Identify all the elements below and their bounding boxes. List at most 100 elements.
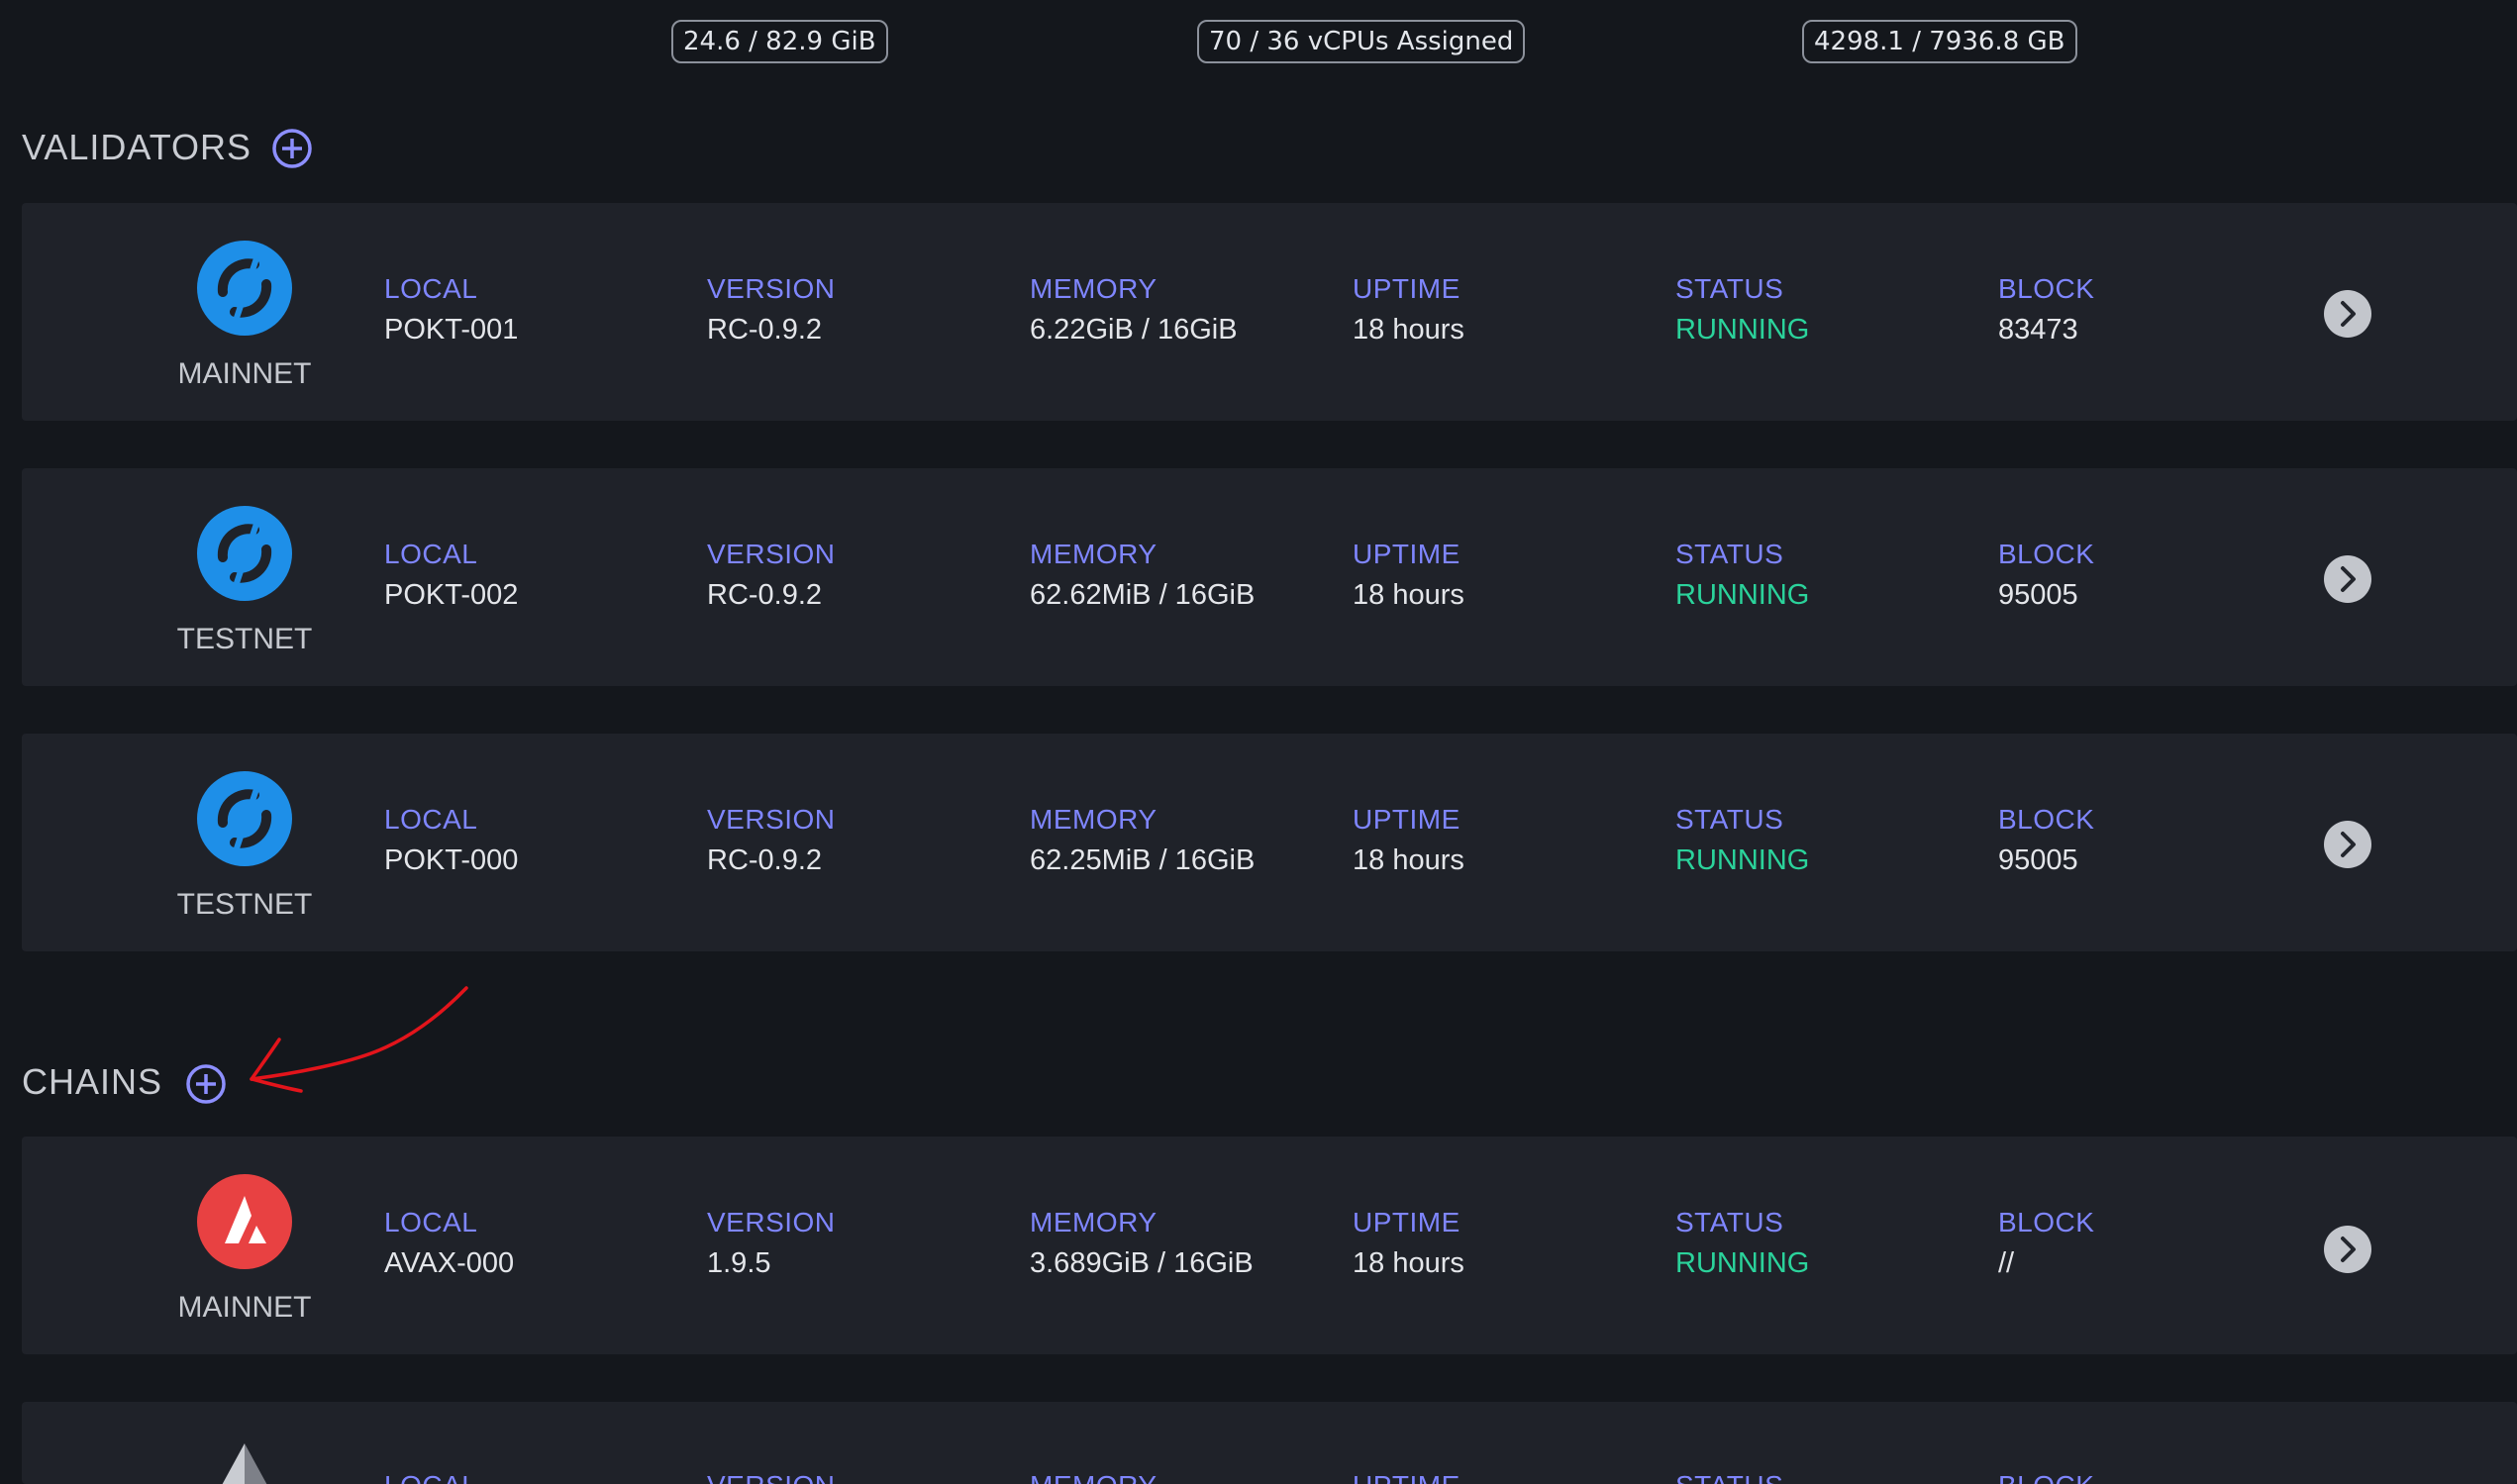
pokt-logo-icon (197, 241, 292, 336)
memory-field: MEMORY 62.25MiB / 16GiB (1030, 803, 1255, 880)
block-value: 95005 (1998, 579, 2078, 611)
memory-value: 62.25MiB / 16GiB (1030, 844, 1256, 876)
uptime-value: 18 hours (1353, 844, 1464, 876)
version-value: RC-0.9.2 (707, 579, 823, 611)
version-label: VERSION (707, 1207, 836, 1237)
block-label: BLOCK (1998, 273, 2095, 304)
status-value: RUNNING (1675, 844, 1810, 876)
version-field: VERSION RC-0.9.2 (707, 272, 836, 349)
chains-section-title: CHAINS (22, 1061, 163, 1102)
local-label: LOCAL (384, 804, 478, 835)
add-chain-button[interactable] (185, 1063, 227, 1105)
local-field: LOCAL POKT-000 (384, 803, 518, 880)
status-field: STATUS RUNNING (1675, 538, 1809, 615)
status-label: STATUS (1675, 273, 1784, 304)
local-field: LOCAL POKT-002 (384, 538, 518, 615)
network-label: TESTNET (176, 888, 313, 921)
uptime-field: UPTIME 18 hours (1353, 1206, 1464, 1283)
local-label: LOCAL (384, 1207, 478, 1237)
status-field: STATUS RUNNING (1675, 803, 1809, 880)
pokt-logo-icon (197, 506, 292, 601)
validator-card-pokt-001[interactable]: MAINNET LOCAL POKT-001 VERSION RC-0.9.2 … (22, 203, 2517, 421)
version-value: RC-0.9.2 (707, 314, 823, 346)
version-label: VERSION (707, 1469, 836, 1484)
chain-card-avax-000[interactable]: MAINNET LOCAL AVAX-000 VERSION 1.9.5 MEM… (22, 1137, 2517, 1354)
open-details-button[interactable] (2324, 555, 2371, 603)
local-value: POKT-000 (384, 844, 519, 876)
block-value: // (1998, 1247, 2015, 1279)
network-label: TESTNET (176, 623, 313, 655)
status-field: STATUS RUNNING (1675, 1206, 1809, 1283)
uptime-label: UPTIME (1353, 539, 1460, 569)
version-value: RC-0.9.2 (707, 844, 823, 876)
status-field: STATUS RUNNING (1675, 272, 1809, 349)
open-details-button[interactable] (2324, 1226, 2371, 1273)
chevron-right-icon (2341, 1237, 2356, 1262)
status-value: RUNNING (1675, 579, 1810, 611)
memory-label: MEMORY (1030, 273, 1158, 304)
validators-section-title: VALIDATORS (22, 127, 252, 167)
storage-summary-pill: 4298.1 / 7936.8 GB (1802, 20, 2077, 63)
network-logo (151, 1439, 339, 1484)
local-label: LOCAL (384, 1469, 477, 1484)
version-field: VERSION RC-0.9.2 (707, 803, 836, 880)
network-logo: TESTNET (151, 506, 339, 655)
version-label: VERSION (707, 273, 836, 304)
status-label: STATUS (1675, 539, 1784, 569)
memory-label: MEMORY (1030, 1207, 1158, 1237)
uptime-label: UPTIME (1353, 273, 1460, 304)
block-label: BLOCK (1998, 1469, 2094, 1484)
local-value: POKT-001 (384, 314, 519, 346)
version-field: VERSION RC-0.9.2 (707, 538, 836, 615)
memory-summary-pill: 24.6 / 82.9 GiB (671, 20, 888, 63)
vcpu-summary-pill: 70 / 36 vCPUs Assigned (1197, 20, 1526, 63)
uptime-value: 18 hours (1353, 1247, 1464, 1279)
local-field: LOCAL POKT-001 (384, 272, 518, 349)
uptime-label: UPTIME (1353, 804, 1460, 835)
uptime-label: UPTIME (1353, 1207, 1460, 1237)
block-field: BLOCK 83473 (1998, 272, 2094, 349)
memory-value: 3.689GiB / 16GiB (1030, 1247, 1254, 1279)
status-value: RUNNING (1675, 1247, 1810, 1279)
version-label: VERSION (707, 539, 836, 569)
memory-label: MEMORY (1030, 1469, 1158, 1484)
block-field: BLOCK 95005 (1998, 538, 2094, 615)
add-validator-button[interactable] (271, 128, 313, 169)
local-field: LOCAL AVAX-000 (384, 1206, 514, 1283)
block-value: 95005 (1998, 844, 2078, 876)
block-label: BLOCK (1998, 804, 2095, 835)
memory-label: MEMORY (1030, 539, 1158, 569)
status-value: RUNNING (1675, 314, 1810, 346)
memory-value: 62.62MiB / 16GiB (1030, 579, 1256, 611)
uptime-field: UPTIME 18 hours (1353, 272, 1464, 349)
chevron-right-icon (2341, 832, 2356, 857)
block-label: BLOCK (1998, 539, 2095, 569)
local-field: LOCAL (384, 1469, 477, 1484)
pokt-logo-icon (197, 771, 292, 866)
memory-field: MEMORY (1030, 1469, 1158, 1484)
open-details-button[interactable] (2324, 821, 2371, 868)
local-label: LOCAL (384, 273, 478, 304)
memory-field: MEMORY 6.22GiB / 16GiB (1030, 272, 1238, 349)
block-label: BLOCK (1998, 1207, 2095, 1237)
validator-card-pokt-000[interactable]: TESTNET LOCAL POKT-000 VERSION RC-0.9.2 … (22, 734, 2517, 951)
version-label: VERSION (707, 804, 836, 835)
memory-label: MEMORY (1030, 804, 1158, 835)
network-logo: MAINNET (151, 1174, 339, 1324)
annotation-arrow (250, 986, 468, 1093)
uptime-label: UPTIME (1353, 1469, 1460, 1484)
block-field: BLOCK (1998, 1469, 2094, 1484)
status-label: STATUS (1675, 1207, 1784, 1237)
open-details-button[interactable] (2324, 290, 2371, 338)
uptime-field: UPTIME 18 hours (1353, 538, 1464, 615)
uptime-field: UPTIME 18 hours (1353, 803, 1464, 880)
memory-value: 6.22GiB / 16GiB (1030, 314, 1238, 346)
version-value: 1.9.5 (707, 1247, 771, 1279)
chain-card-partial[interactable]: LOCAL VERSION MEMORY UPTIME STATUS BLOCK (22, 1402, 2517, 1484)
chevron-right-icon (2341, 301, 2356, 327)
local-value: AVAX-000 (384, 1247, 515, 1279)
status-field: STATUS (1675, 1469, 1783, 1484)
validator-card-pokt-002[interactable]: TESTNET LOCAL POKT-002 VERSION RC-0.9.2 … (22, 468, 2517, 686)
network-label: MAINNET (177, 1291, 312, 1324)
ethereum-logo-icon (222, 1443, 267, 1484)
